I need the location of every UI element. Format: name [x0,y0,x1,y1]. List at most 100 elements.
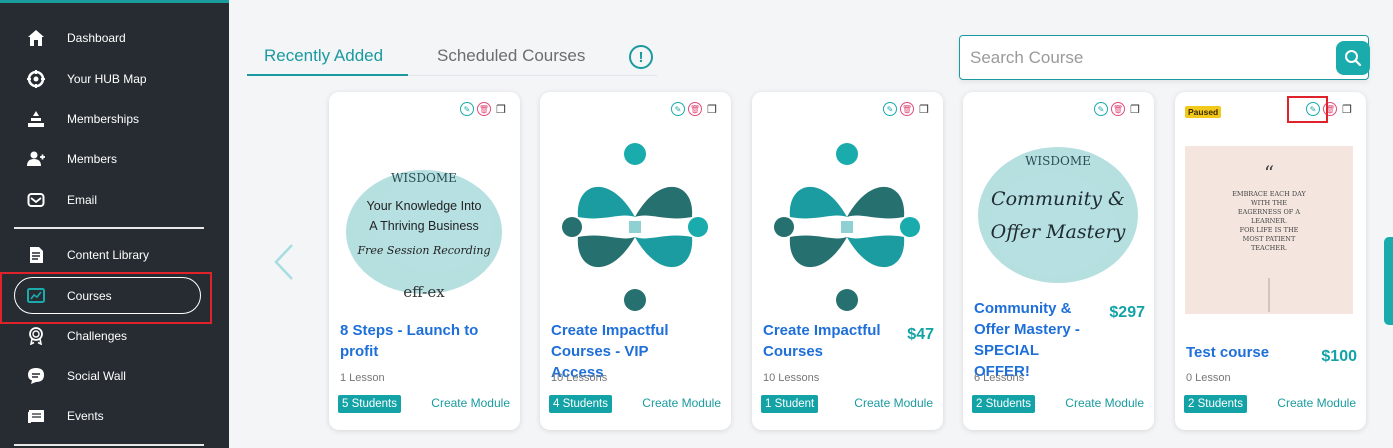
lessons-count: 6 Lessons [974,372,1025,384]
social-wall-icon [26,366,46,386]
thumb-line: A Thriving Business [369,219,479,233]
sidebar: Dashboard Your HUB Map Memberships Membe… [0,0,229,448]
sidebar-divider [14,444,204,446]
sidebar-item-memberships[interactable]: Memberships [0,99,229,139]
members-icon [26,149,46,169]
course-card[interactable]: ✎ 🗑 ❐ Create Impactful Courses $47 10 Le… [752,92,943,430]
copy-icon[interactable]: ❐ [1340,102,1354,116]
edit-icon[interactable]: ✎ [1094,102,1108,116]
sidebar-item-label: Your HUB Map [67,72,147,86]
course-card[interactable]: ✎ 🗑 ❐ WISDOME Community & Offer Mastery … [963,92,1154,430]
email-icon [26,190,46,210]
tab-recently-added[interactable]: Recently Added [264,46,383,66]
card-actions: ✎ 🗑 ❐ [883,102,931,116]
sidebar-item-members[interactable]: Members [0,139,229,179]
search-bar [959,35,1370,80]
carousel-prev-button[interactable] [272,242,296,282]
sidebar-item-dashboard[interactable]: Dashboard [0,18,229,58]
course-card[interactable]: Paused ✎ 🗑 ❐ “ EMBRACE EACH DAY WITH THE… [1175,92,1366,430]
thumb-footer: eff-ex [403,283,445,301]
edit-icon[interactable]: ✎ [460,102,474,116]
students-badge: 4 Students [549,395,612,413]
create-module-link[interactable]: Create Module [1277,396,1356,410]
copy-icon[interactable]: ❐ [705,102,719,116]
edit-icon[interactable]: ✎ [671,102,685,116]
card-actions: ✎ 🗑 ❐ [1094,102,1142,116]
search-input[interactable] [970,44,1330,72]
students-badge: 2 Students [972,395,1035,413]
delete-icon[interactable]: 🗑 [1111,102,1125,116]
card-actions: ✎ 🗑 ❐ [671,102,719,116]
sidebar-item-label: Challenges [67,329,128,343]
course-price: $297 [1109,304,1145,321]
course-thumbnail: “ EMBRACE EACH DAY WITH THE EAGERNESS OF… [1185,146,1353,314]
lessons-count: 1 Lesson [340,372,385,384]
card-actions: ✎ 🗑 ❐ [460,102,508,116]
info-icon[interactable]: ! [629,45,653,69]
hub-map-icon [26,69,46,89]
sidebar-item-label: Content Library [67,248,150,262]
thumb-brand: WISDOME [391,171,457,185]
copy-icon[interactable]: ❐ [494,102,508,116]
create-module-link[interactable]: Create Module [1065,396,1144,410]
sidebar-item-email[interactable]: Email [0,180,229,220]
edit-icon[interactable]: ✎ [883,102,897,116]
delete-icon[interactable]: 🗑 [477,102,491,116]
quote-line: EAGERNESS OF A [1238,208,1300,216]
sidebar-top-accent [0,0,229,3]
sidebar-item-social-wall[interactable]: Social Wall [0,356,229,396]
quote-line: MOST PATIENT [1243,235,1296,243]
course-title[interactable]: Create Impactful Courses [763,320,893,362]
sidebar-item-label: Members [67,152,118,166]
course-title[interactable]: 8 Steps - Launch to profit [340,320,490,362]
course-title[interactable]: Test course [1186,342,1296,363]
search-button[interactable] [1336,41,1370,75]
side-panel-handle[interactable] [1384,237,1393,325]
course-title[interactable]: Community & Offer Mastery - SPECIAL OFFE… [974,298,1094,382]
sidebar-item-challenges[interactable]: Challenges [0,316,229,356]
content-library-icon [26,245,46,265]
students-badge: 5 Students [338,395,401,413]
create-module-link[interactable]: Create Module [642,396,721,410]
sidebar-item-label: Social Wall [67,369,126,383]
copy-icon[interactable]: ❐ [917,102,931,116]
quote-icon: “ [1264,161,1274,185]
sidebar-item-label: Email [67,193,98,207]
quote-line: EMBRACE EACH DAY [1232,190,1306,198]
course-card[interactable]: ✎ 🗑 ❐ Create Impactful Courses - VIP Acc… [540,92,731,430]
chevron-left-icon [274,244,293,280]
highlight-box-edit [1287,96,1328,123]
create-module-link[interactable]: Create Module [431,396,510,410]
thumb-script: Community & [991,188,1125,210]
course-price: $100 [1321,348,1357,365]
delete-icon[interactable]: 🗑 [900,102,914,116]
sidebar-item-label: Dashboard [67,31,126,45]
lessons-count: 10 Lessons [763,372,820,384]
delete-icon[interactable]: 🗑 [688,102,702,116]
tab-scheduled-courses[interactable]: Scheduled Courses [437,46,585,66]
thumb-brand: WISDOME [1025,154,1091,168]
quote-line: TEACHER. [1251,244,1287,252]
status-badge: Paused [1185,106,1222,118]
thumb-script: Offer Mastery [991,221,1126,243]
sidebar-item-events[interactable]: Events [0,396,229,436]
course-thumbnail [762,142,933,312]
sidebar-item-content-library[interactable]: Content Library [0,235,229,275]
course-price: $47 [907,326,934,343]
course-card[interactable]: ✎ 🗑 ❐ WISDOME Your Knowledge Into A Thri… [329,92,520,430]
sidebar-item-hub-map[interactable]: Your HUB Map [0,59,229,99]
search-icon [1345,50,1362,67]
quote-line: WITH THE [1251,199,1287,207]
students-badge: 1 Student [761,395,819,413]
thumb-script: Free Session Recording [357,244,491,257]
create-module-link[interactable]: Create Module [854,396,933,410]
thumb-line: Your Knowledge Into [367,199,482,213]
challenges-icon [26,326,46,346]
lessons-count: 10 Lessons [551,372,608,384]
copy-icon[interactable]: ❐ [1128,102,1142,116]
students-badge: 2 Students [1184,395,1247,413]
events-icon [26,406,46,426]
sidebar-divider [14,227,204,229]
active-tab-underline [247,74,408,76]
course-thumbnail [550,142,721,312]
